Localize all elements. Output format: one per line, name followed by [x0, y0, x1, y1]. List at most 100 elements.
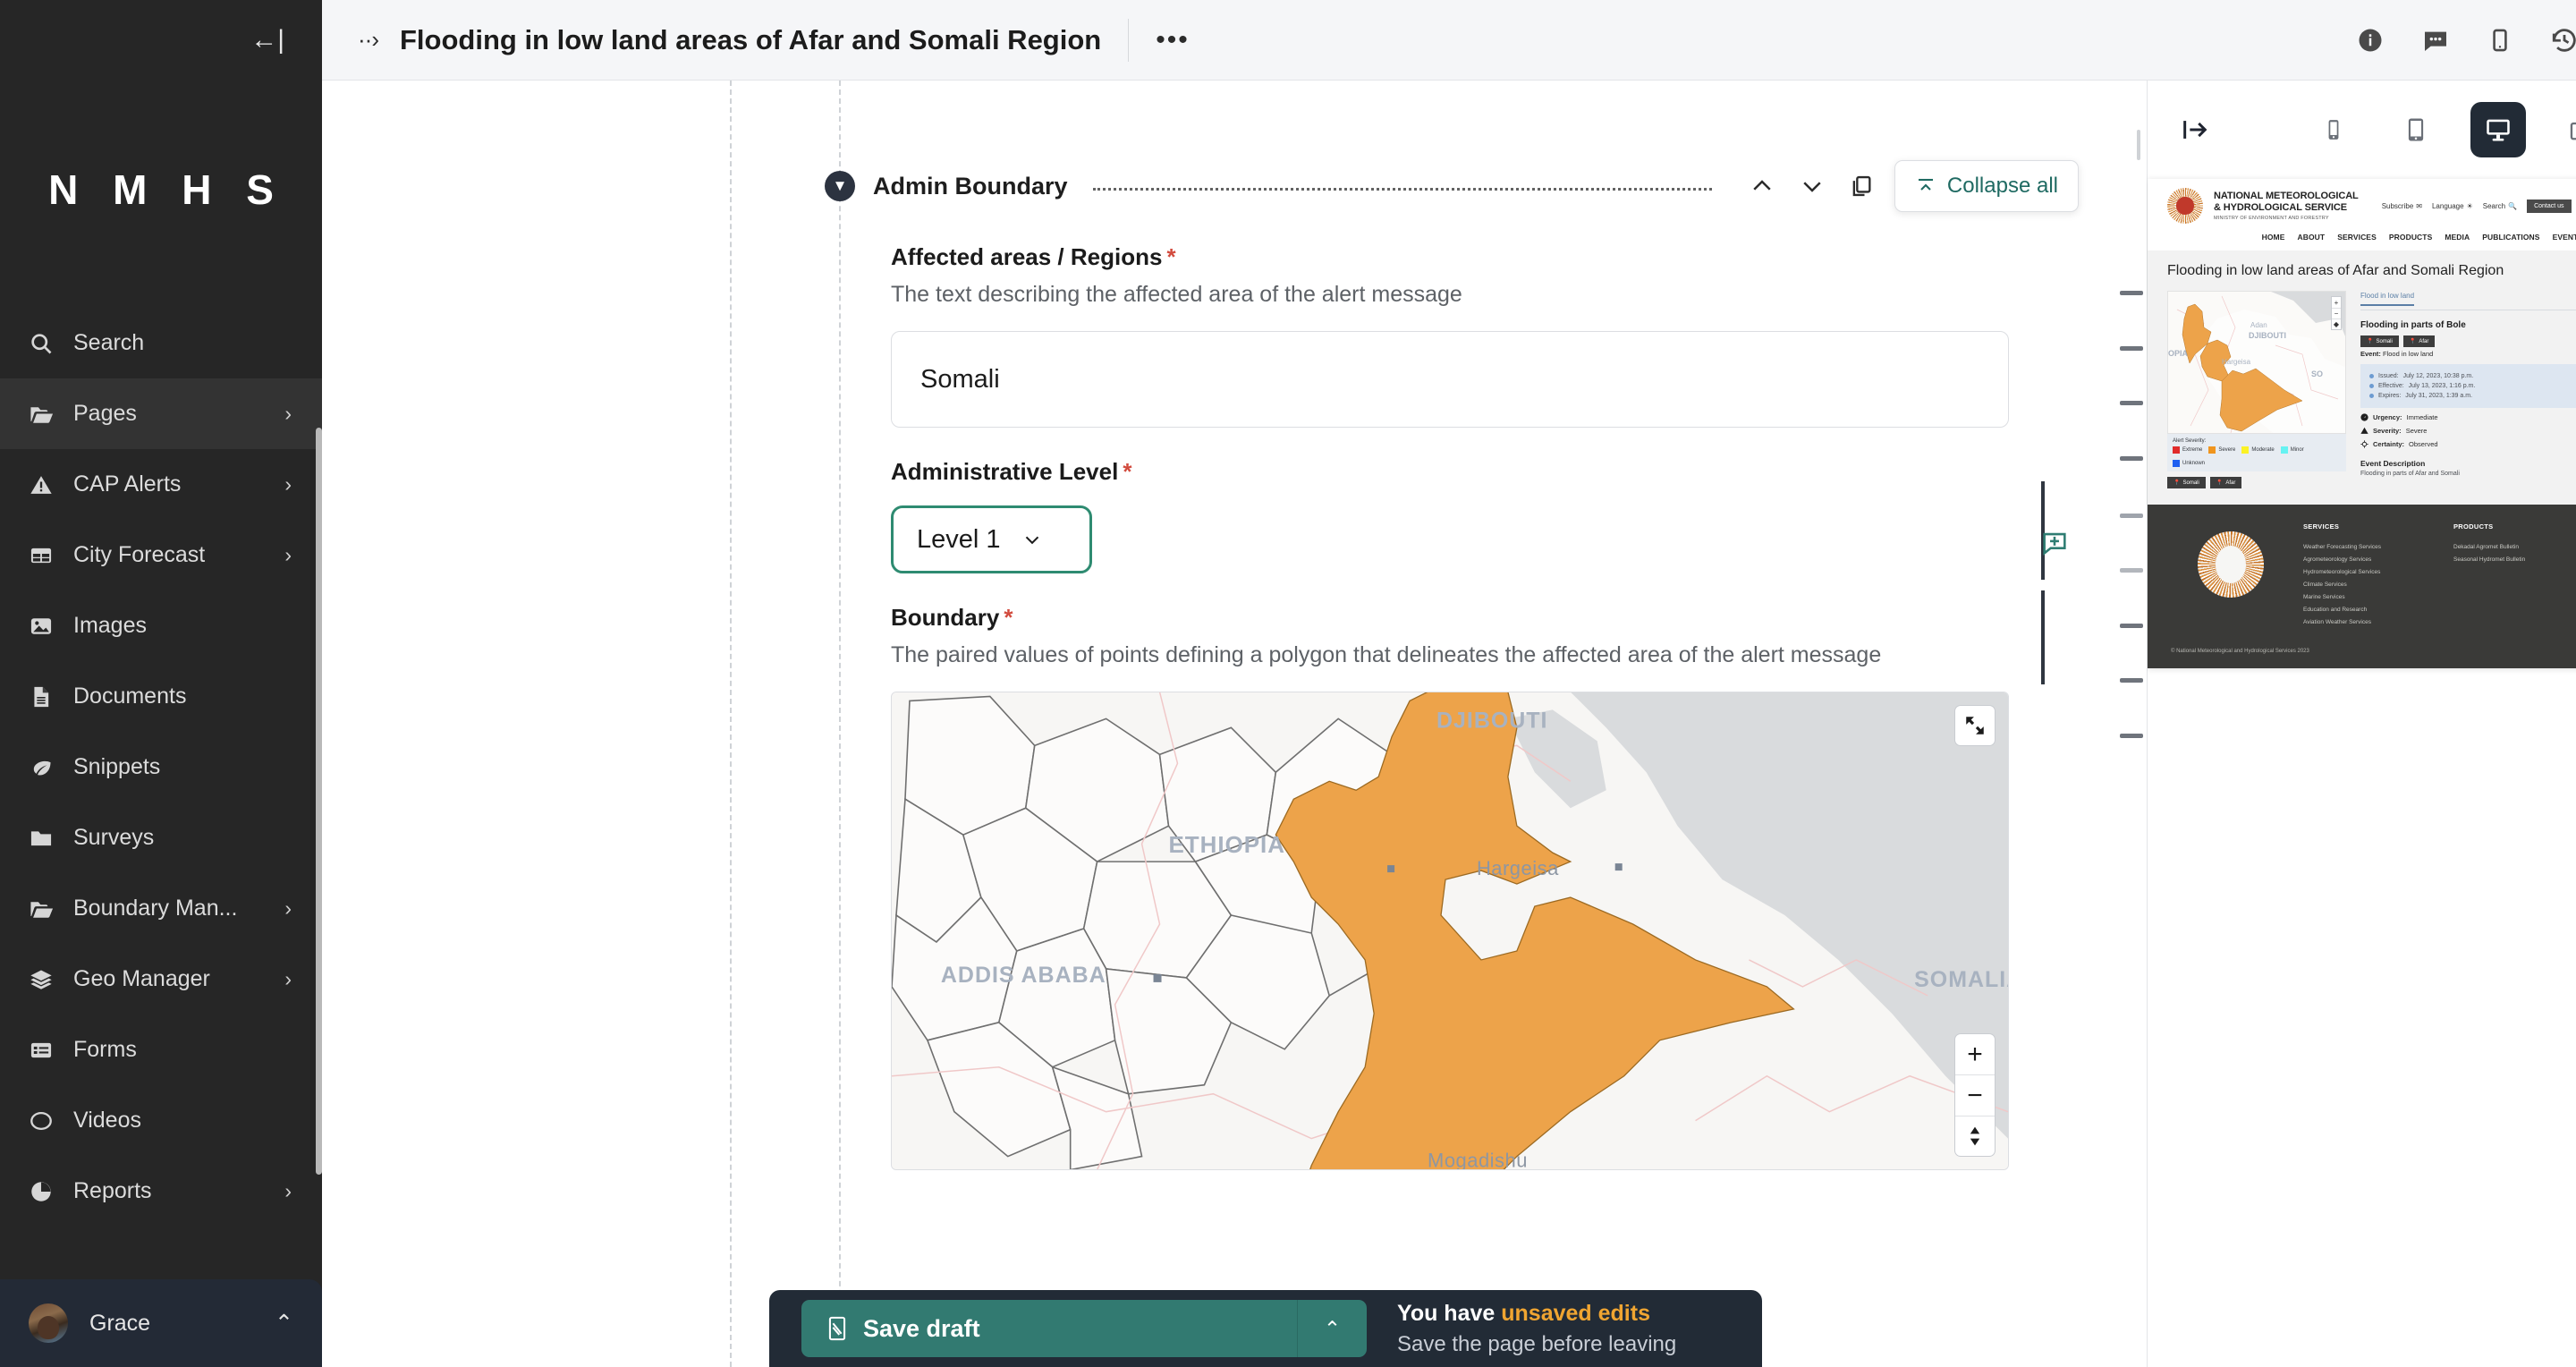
collapse-all-label: Collapse all — [1946, 174, 2058, 198]
site-hero: Flooding in low land areas of Afar and S… — [2148, 250, 2576, 505]
insert-block-handle[interactable] — [2120, 734, 2143, 738]
save-options-caret[interactable]: ⌃ — [1297, 1300, 1367, 1357]
insert-block-handle[interactable] — [2120, 678, 2143, 683]
mobile-icon[interactable] — [2487, 28, 2512, 53]
footer-link[interactable]: Marine Services — [2303, 590, 2437, 603]
insert-block-handle[interactable] — [2120, 568, 2143, 573]
footer-link[interactable]: Dekadal Agromet Bulletin — [2453, 540, 2570, 553]
site-nav-media[interactable]: MEDIA — [2445, 233, 2470, 242]
sidebar-scrollbar[interactable] — [316, 428, 322, 1175]
sidebar-item-search[interactable]: Search — [0, 308, 322, 378]
site-alert-area-tags: 📍 Somali 📍 Afar — [2360, 335, 2576, 347]
sidebar-item-city-forecast[interactable]: City Forecast › — [0, 520, 322, 590]
map-zoom-in-button[interactable]: + — [1955, 1034, 1995, 1074]
site-alert-tab[interactable]: Flood in low land — [2360, 292, 2415, 306]
map-compass-button[interactable] — [1955, 1115, 1995, 1156]
page-more-menu-button[interactable]: ••• — [1156, 26, 1190, 53]
area-tag-afar[interactable]: 📍 Afar — [2402, 335, 2436, 347]
area-tag-afar[interactable]: 📍 Afar — [2209, 477, 2242, 488]
sidebar-item-documents[interactable]: Documents — [0, 661, 322, 732]
map-label-ethiopia: ETHIOPIA — [1169, 833, 1285, 858]
comment-icon[interactable] — [2421, 26, 2450, 55]
open-preview-external-button[interactable] — [2553, 102, 2576, 157]
insert-block-handle[interactable] — [2120, 401, 2143, 405]
sidebar-user-menu[interactable]: Grace ⌃ — [0, 1279, 322, 1367]
unsaved-message: You have unsaved edits Save the page bef… — [1397, 1298, 1676, 1359]
expand-panel-icon[interactable] — [2180, 115, 2210, 145]
insert-block-handle[interactable] — [2120, 456, 2143, 461]
map-fullscreen-button[interactable] — [1954, 705, 1996, 746]
sidebar-item-snippets[interactable]: Snippets — [0, 732, 322, 802]
field-label: Administrative Level * — [891, 458, 2079, 486]
map-label-mogadishu: Mogadishu — [1428, 1150, 1528, 1169]
footer-link[interactable]: Hydrometeorological Services — [2303, 565, 2437, 578]
insert-block-handle[interactable] — [2120, 514, 2143, 518]
preview-device-mobile[interactable] — [2306, 102, 2361, 157]
sidebar-item-images[interactable]: Images — [0, 590, 322, 661]
site-map-compass[interactable]: ◆ — [2332, 318, 2341, 329]
sidebar-item-pages[interactable]: Pages › — [0, 378, 322, 449]
alert-urgency-row: Urgency: Immediate — [2360, 413, 2576, 421]
footer-link[interactable]: Climate Services — [2303, 578, 2437, 590]
move-block-up-button[interactable] — [1737, 173, 1787, 200]
area-tag-somali[interactable]: 📍 Somali — [2360, 335, 2399, 347]
site-nav-events[interactable]: EVENTS — [2553, 233, 2576, 242]
site-nav-products[interactable]: PRODUCTS — [2389, 233, 2433, 242]
page-title: Flooding in low land areas of Afar and S… — [399, 23, 1102, 55]
site-alert-map[interactable]: DJIBOUTI OPIA Adan Hargeisa SO + − ◆ — [2167, 291, 2346, 434]
site-nav-services[interactable]: SERVICES — [2337, 233, 2377, 242]
breadcrumb[interactable]: ··› — [358, 26, 379, 54]
insert-block-handle[interactable] — [2120, 624, 2143, 628]
site-link-language[interactable]: Language ☀ — [2432, 202, 2473, 210]
site-link-search[interactable]: Search 🔍 — [2483, 202, 2517, 210]
move-block-down-button[interactable] — [1787, 173, 1837, 200]
site-nav-home[interactable]: HOME — [2262, 233, 2285, 242]
sidebar-item-cap-alerts[interactable]: CAP Alerts › — [0, 449, 322, 520]
chevron-right-icon: › — [284, 1179, 292, 1202]
site-nav-about[interactable]: ABOUT — [2297, 233, 2325, 242]
org-name-line-1: NATIONAL METEOROLOGICAL — [2214, 191, 2359, 202]
editor-panel: ▼ Admin Boundary Collapse all Affected a… — [322, 81, 2147, 1367]
footer-link[interactable]: Aviation Weather Services — [2303, 616, 2437, 628]
sidebar-item-geo-manager[interactable]: Geo Manager › — [0, 944, 322, 1015]
affected-areas-input[interactable]: Somali — [891, 331, 2009, 428]
administrative-level-select[interactable]: Level 1 — [891, 505, 1092, 573]
boundary-map[interactable]: DJIBOUTI ETHIOPIA ADDIS ABABA SOMALIA Ha… — [891, 692, 2009, 1170]
sidebar-collapse-button[interactable]: ←| — [0, 0, 322, 81]
site-nav-publications[interactable]: PUBLICATIONS — [2482, 233, 2539, 242]
collapse-all-button[interactable]: Collapse all — [1894, 160, 2079, 212]
sidebar-item-label: Snippets — [73, 754, 161, 779]
sidebar-item-forms[interactable]: Forms — [0, 1015, 322, 1085]
info-icon[interactable] — [2357, 27, 2384, 54]
label-text: Administrative Level — [891, 458, 1119, 485]
sidebar-item-surveys[interactable]: Surveys — [0, 802, 322, 873]
chevron-down-icon[interactable]: ▼ — [825, 171, 855, 201]
sidebar-item-boundary-manager[interactable]: Boundary Man... › — [0, 873, 322, 944]
footer-column-products: PRODUCTS Dekadal Agromet Bulletin Season… — [2453, 522, 2570, 628]
sidebar-item-reports[interactable]: Reports › — [0, 1156, 322, 1227]
site-link-subscribe[interactable]: Subscribe ✉ — [2382, 202, 2422, 210]
footer-link[interactable]: Seasonal Hydromet Bulletin — [2453, 553, 2570, 565]
footer-column-services: SERVICES Weather Forecasting Services Ag… — [2303, 522, 2437, 628]
preview-device-tablet[interactable] — [2388, 102, 2444, 157]
site-map-zoom-in[interactable]: + — [2332, 297, 2341, 308]
site-description-heading: Event Description — [2360, 459, 2426, 468]
save-draft-button[interactable]: Save draft ⌃ — [801, 1300, 1367, 1357]
site-button-contact[interactable]: Contact us — [2527, 199, 2572, 213]
map-zoom-out-button[interactable]: − — [1955, 1074, 1995, 1115]
add-comment-button[interactable] — [2039, 528, 2070, 563]
history-icon[interactable] — [2550, 26, 2576, 55]
duplicate-icon[interactable] — [1837, 174, 1885, 199]
insert-block-handle[interactable] — [2120, 346, 2143, 351]
area-tag-somali[interactable]: 📍 Somali — [2167, 477, 2206, 488]
footer-link[interactable]: Agrometeorology Services — [2303, 553, 2437, 565]
preview-device-desktop[interactable] — [2470, 102, 2526, 157]
footer-link[interactable]: Education and Research — [2303, 603, 2437, 616]
footer-link[interactable]: Weather Forecasting Services — [2303, 540, 2437, 553]
site-map-zoom-out[interactable]: − — [2332, 308, 2341, 318]
search-icon: 🔍 — [2508, 201, 2518, 210]
insert-block-handle[interactable] — [2120, 291, 2143, 295]
preview-resize-handle[interactable] — [2137, 130, 2140, 160]
time-label: Expires: — [2378, 393, 2402, 399]
sidebar-item-videos[interactable]: Videos — [0, 1085, 322, 1156]
